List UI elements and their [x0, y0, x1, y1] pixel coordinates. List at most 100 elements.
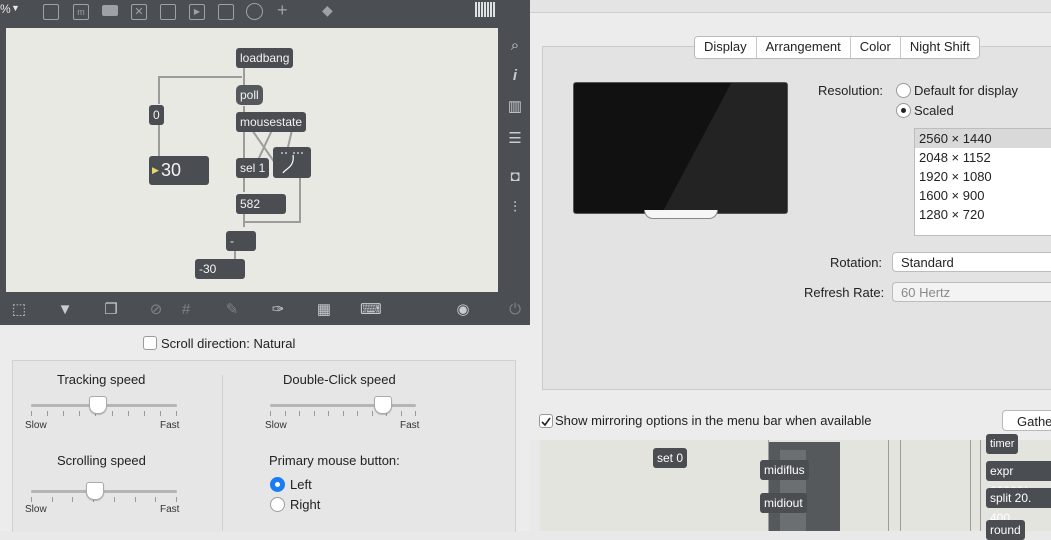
presentation-icon[interactable]: ▼	[55, 301, 75, 319]
split-object[interactable]: split 20. 400	[986, 488, 1051, 525]
left-label: Left	[290, 477, 312, 492]
slow-label: Slow	[265, 420, 287, 431]
monitor-stand-icon	[644, 210, 718, 219]
search-icon[interactable]: ⌕	[506, 37, 524, 55]
rotation-popup[interactable]: Standard	[892, 252, 1051, 272]
patch-canvas[interactable]: loadbang poll mousestate 0 ▶ 30 sel 1 58…	[6, 28, 498, 292]
midiflush-object[interactable]: midiflus	[760, 460, 809, 480]
rotation-label: Rotation:	[830, 255, 883, 270]
fast-label: Fast	[400, 420, 420, 431]
hide-icon[interactable]: ⊘	[146, 301, 166, 319]
number-box-0[interactable]: 0	[149, 105, 164, 125]
midiout-object[interactable]: midiout	[760, 493, 807, 513]
mouse-preferences-window: Scroll direction: Natural Tracking speed…	[0, 325, 530, 532]
double-click-speed-knob[interactable]	[374, 396, 393, 414]
round-object[interactable]: round	[986, 520, 1025, 540]
scroll-direction-label: Scroll direction: Natural	[161, 336, 296, 351]
resolution-option[interactable]: 2048 × 1152	[915, 148, 1051, 167]
tracking-speed-knob[interactable]	[88, 396, 107, 414]
reference-icon[interactable]: ▥	[506, 98, 524, 116]
resolution-option[interactable]: 1920 × 1080	[915, 167, 1051, 186]
curve-icon	[281, 152, 303, 174]
lock-icon[interactable]: ⬚	[9, 301, 29, 319]
timer-object[interactable]: timer	[986, 434, 1019, 454]
tab-night-shift[interactable]: Night Shift	[901, 37, 979, 58]
message-icon[interactable]: m	[73, 4, 89, 20]
slow-label: Slow	[25, 504, 47, 515]
resolution-option[interactable]: 1600 × 900	[915, 186, 1051, 205]
zoom-dropdown-icon[interactable]: ▼	[11, 3, 20, 13]
number-icon[interactable]: ▶	[189, 4, 205, 20]
loadbang-object[interactable]: loadbang	[236, 48, 294, 68]
mirroring-checkbox[interactable]	[539, 414, 553, 428]
monitor-icon	[573, 82, 788, 214]
zoom-label: %	[0, 2, 11, 16]
dial-icon[interactable]	[246, 3, 263, 20]
radio-scaled[interactable]	[896, 103, 911, 118]
comment-icon[interactable]	[102, 5, 118, 16]
display-tabs: Display Arrangement Color Night Shift	[694, 36, 980, 59]
power-icon[interactable]: ⏻	[505, 301, 525, 319]
grid-snap-icon[interactable]: #	[176, 301, 196, 319]
fast-label: Fast	[160, 504, 180, 515]
divider	[222, 375, 223, 531]
tracking-speed-label: Tracking speed	[57, 372, 146, 387]
double-click-speed-slider[interactable]	[270, 404, 416, 407]
tab-arrangement[interactable]: Arrangement	[757, 37, 851, 58]
right-label: Right	[290, 497, 321, 512]
number-box-30-value: 30	[161, 160, 182, 180]
gather-windows-button[interactable]: Gathe	[1002, 410, 1051, 431]
button-icon[interactable]	[160, 4, 176, 20]
radio-default-for-display[interactable]	[896, 83, 911, 98]
resolution-label: Resolution:	[818, 83, 884, 98]
toggle-icon[interactable]: ✕	[131, 4, 147, 20]
add-object-icon[interactable]: +	[277, 0, 288, 21]
keyboard-icon[interactable]: ⌨	[360, 301, 382, 319]
resolution-option[interactable]: 2560 × 1440	[915, 129, 1051, 148]
poll-message[interactable]: poll	[236, 85, 263, 105]
max-patcher-window: % ▼ m ✕ ▶ + ◆ loadbang poll mousestate 0	[0, 0, 530, 325]
mixer-icon[interactable]: ⫶	[506, 199, 524, 217]
slow-label: Slow	[25, 420, 47, 431]
refresh-rate-popup[interactable]: 60 Hertz	[892, 282, 1051, 302]
sel-object[interactable]: sel 1	[236, 158, 270, 178]
resolution-option[interactable]: 1280 × 720	[915, 205, 1051, 224]
slider-icon[interactable]	[218, 4, 234, 20]
fast-label: Fast	[160, 420, 180, 431]
windows-icon[interactable]: ❐	[101, 301, 121, 319]
refresh-rate-label: Refresh Rate:	[804, 285, 885, 300]
primary-mouse-button-label: Primary mouse button:	[269, 453, 400, 468]
piano-icon[interactable]: ▦	[314, 301, 334, 319]
result-number-box[interactable]: -30	[195, 259, 245, 279]
audio-icon[interactable]: ◉	[453, 301, 473, 319]
set-0-message[interactable]: set 0	[653, 448, 688, 468]
double-click-speed-label: Double-Click speed	[283, 372, 396, 387]
scrolling-speed-slider[interactable]	[31, 490, 177, 493]
expr-object[interactable]: expr 60000/	[986, 461, 1051, 498]
radio-left[interactable]	[270, 477, 285, 492]
wrench-icon[interactable]: ✑	[268, 301, 288, 319]
number-box-30[interactable]: ▶ 30	[149, 156, 209, 185]
scaled-resolution-list: 2560 × 1440 2048 × 1152 1920 × 1080 1600…	[914, 128, 1051, 236]
scrolling-speed-knob[interactable]	[85, 482, 104, 500]
paint-bucket-icon[interactable]: ◆	[322, 2, 333, 19]
debug-icon[interactable]: ✎	[222, 301, 242, 319]
newobject-icon[interactable]	[43, 4, 59, 20]
checkmark-icon	[541, 417, 551, 427]
tab-color[interactable]: Color	[851, 37, 901, 58]
mousestate-object[interactable]: mousestate	[236, 112, 307, 132]
number-box-582[interactable]: 582	[236, 194, 286, 214]
grid-icon[interactable]	[475, 2, 495, 17]
minus-object[interactable]: -	[226, 231, 256, 251]
background-max-patch: set 0 midiflus midiout timer expr 60000/…	[540, 434, 1051, 540]
radio-right[interactable]	[270, 497, 285, 512]
scroll-direction-checkbox[interactable]	[143, 336, 157, 350]
scrolling-speed-label: Scrolling speed	[57, 453, 146, 468]
scale-function-object[interactable]	[273, 147, 311, 178]
scaled-label: Scaled	[914, 103, 954, 118]
info-icon[interactable]: i	[506, 67, 524, 85]
list-icon[interactable]: ☰	[506, 130, 524, 148]
mirroring-label: Show mirroring options in the menu bar w…	[555, 413, 872, 428]
snapshot-icon[interactable]: ◘	[506, 168, 524, 186]
tab-display[interactable]: Display	[695, 37, 757, 58]
